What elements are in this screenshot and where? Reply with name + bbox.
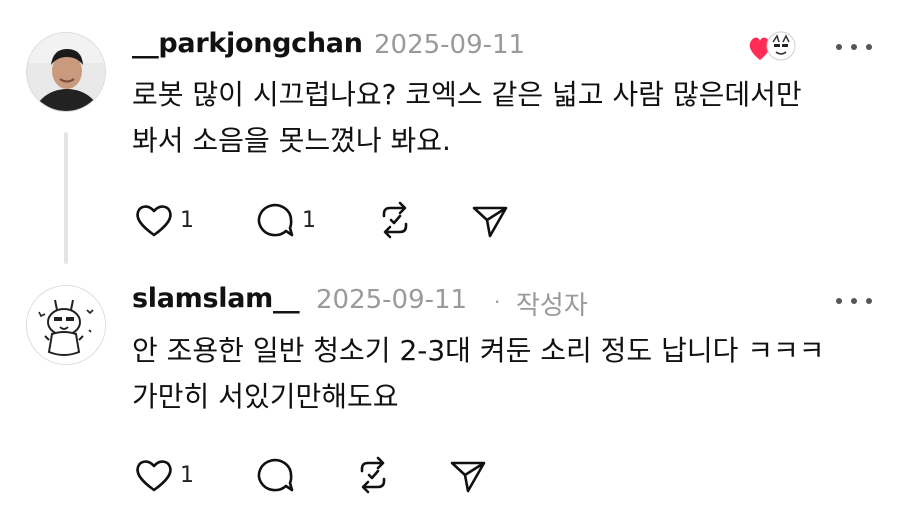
like-button[interactable]: 1 [134, 456, 194, 494]
comment-text-line: 가만히 서있기만해도요 [132, 380, 399, 413]
like-count: 1 [180, 462, 194, 488]
reply-button[interactable] [256, 455, 296, 495]
separator: · [494, 290, 501, 314]
reply-button[interactable]: 1 [256, 200, 316, 240]
comment-text: 로봇 많이 시끄럽나요? 코엑스 같은 넓고 사람 많은데서만 봐서 소음을 못… [132, 72, 892, 164]
comment-date: 2025-09-11 [374, 30, 526, 60]
username[interactable]: slamslam__ [132, 283, 300, 314]
comment-text-line: 안 조용한 일반 청소기 2-3대 켜둔 소리 정도 납니다 ㅋㅋㅋ [132, 334, 825, 367]
more-options-icon[interactable] [836, 42, 872, 52]
repost-icon [360, 456, 386, 494]
author-badge: 작성자 [516, 291, 588, 321]
send-icon [472, 206, 508, 238]
repost-button[interactable] [352, 455, 394, 495]
username[interactable]: __parkjongchan [132, 28, 363, 59]
avatar[interactable] [26, 285, 106, 365]
thread-line [64, 132, 68, 264]
comment-date: 2025-09-11 [316, 285, 468, 315]
reply-count: 1 [302, 207, 316, 233]
comment-text-line: 봐서 소음을 못느꼈나 봐요. [132, 124, 451, 157]
comment-text: 안 조용한 일반 청소기 2-3대 켜둔 소리 정도 납니다 ㅋㅋㅋ 가만히 서… [132, 328, 892, 420]
like-button[interactable]: 1 [134, 201, 194, 239]
user-photo-icon [27, 33, 105, 111]
heart-outline-icon [136, 460, 172, 492]
comment-bubble-icon [257, 458, 294, 492]
repost-icon [382, 201, 408, 239]
more-options-icon[interactable] [836, 296, 872, 306]
liked-by-author-icon [748, 30, 800, 66]
heart-outline-icon [136, 205, 172, 237]
comment-text-line: 로봇 많이 시끄럽나요? 코엑스 같은 넓고 사람 많은데서만 [132, 78, 802, 111]
cartoon-avatar-icon [27, 286, 105, 364]
avatar[interactable] [26, 32, 106, 112]
repost-button[interactable] [374, 200, 416, 240]
share-button[interactable] [470, 202, 510, 240]
share-button[interactable] [448, 457, 488, 495]
send-icon [450, 461, 486, 493]
like-count: 1 [180, 207, 194, 233]
comment-bubble-icon [257, 203, 294, 237]
